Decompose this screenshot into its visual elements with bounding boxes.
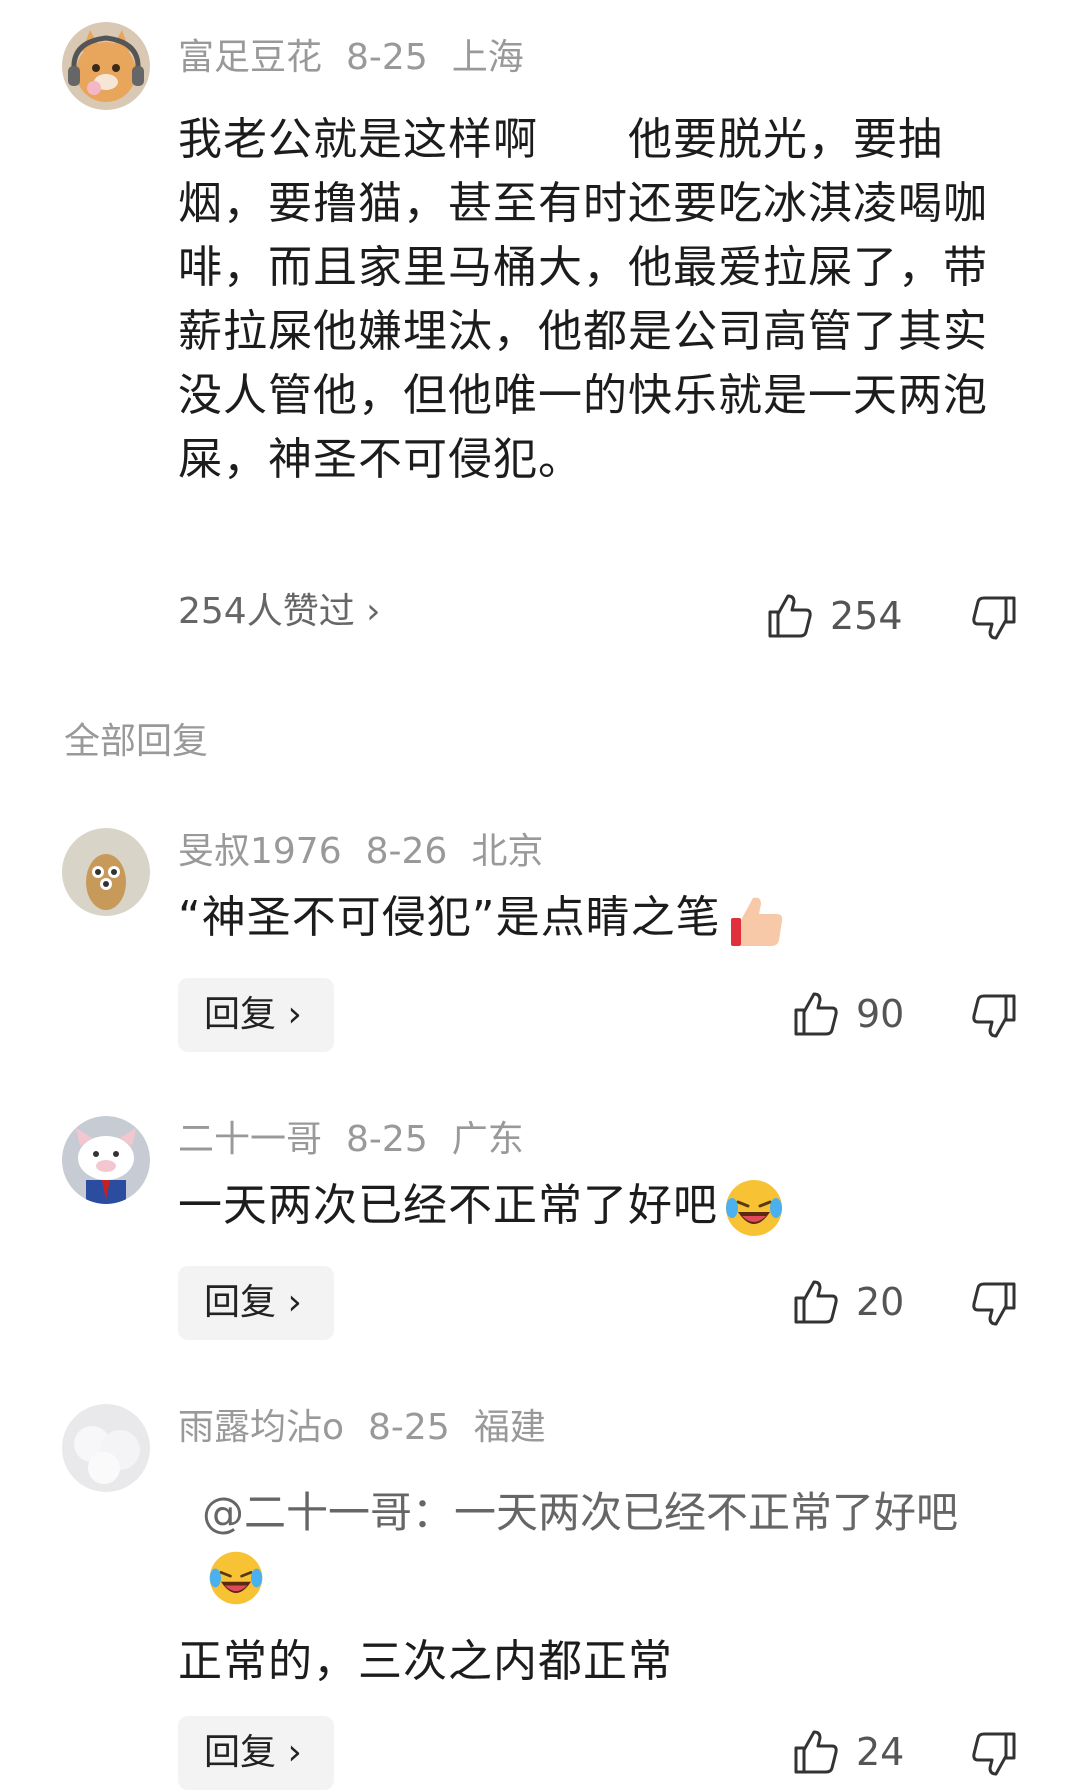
comment-date: 8-25 (346, 37, 428, 78)
comment-meta: 富足豆花 8-25 上海 (178, 36, 548, 80)
reply-date: 8-25 (368, 1407, 450, 1448)
comment-location: 上海 (451, 37, 524, 78)
reply-meta: 雨露均沾o 8-25 福建 (178, 1406, 570, 1450)
thumbs-down-outline-icon[interactable] (968, 1278, 1020, 1330)
laughing-crying-emoji-icon (206, 1548, 266, 1608)
thumbs-up-emoji-icon (725, 888, 789, 952)
thumbs-up-outline-icon[interactable] (790, 1726, 842, 1778)
avatar-snow[interactable] (62, 1404, 150, 1492)
comment-username[interactable]: 富足豆花 (178, 37, 322, 78)
likers-link[interactable]: 254人赞过 › (178, 588, 381, 636)
like-count: 90 (856, 992, 905, 1036)
reply-meta: 二十一哥 8-25 广东 (178, 1118, 548, 1162)
avatar-figure[interactable] (62, 828, 150, 916)
avatar-cat[interactable] (62, 22, 150, 110)
reply-button[interactable]: 回复 › (178, 978, 334, 1052)
reply-username[interactable]: 二十一哥 (178, 1119, 322, 1160)
reply-text: 正常的，三次之内都正常 (178, 1636, 673, 1687)
reply-location: 福建 (473, 1407, 546, 1448)
quoted-reply: @二十一哥：一天两次已经不正常了好吧 (202, 1482, 1002, 1608)
like-count: 24 (856, 1730, 905, 1774)
thumbs-down-outline-icon[interactable] (968, 990, 1020, 1042)
reply-meta: 旻叔1976 8-26 北京 (178, 830, 567, 874)
thumbs-down-outline-icon[interactable] (968, 592, 1020, 644)
like-count: 254 (830, 594, 903, 638)
thumbs-down-outline-icon[interactable] (968, 1728, 1020, 1780)
reply-username[interactable]: 雨露均沾o (178, 1407, 344, 1448)
thumbs-up-outline-icon[interactable] (764, 590, 816, 642)
laughing-crying-emoji-icon (722, 1176, 786, 1240)
avatar-pig[interactable] (62, 1116, 150, 1204)
thumbs-up-outline-icon[interactable] (790, 1276, 842, 1328)
reply-text: 一天两次已经不正常了好吧 (178, 1180, 718, 1231)
reply-location: 北京 (471, 831, 544, 872)
all-replies-heading: 全部回复 (64, 721, 209, 762)
reply-text: “神圣不可侵犯”是点睛之笔 (178, 892, 721, 943)
reply-username[interactable]: 旻叔1976 (178, 831, 342, 872)
reply-text-row: 一天两次已经不正常了好吧 (178, 1174, 998, 1240)
reply-button[interactable]: 回复 › (178, 1266, 334, 1340)
reply-date: 8-25 (346, 1119, 428, 1160)
reply-location: 广东 (451, 1119, 524, 1160)
quoted-text: @二十一哥：一天两次已经不正常了好吧 (202, 1488, 959, 1537)
reply-date: 8-26 (365, 831, 448, 872)
thumbs-up-outline-icon[interactable] (790, 988, 842, 1040)
reply-button[interactable]: 回复 › (178, 1716, 334, 1790)
comment-text: 我老公就是这样啊 他要脱光，要抽烟，要撸猫，甚至有时还要吃冰淇凌喝咖啡，而且家里… (178, 114, 988, 485)
like-count: 20 (856, 1280, 905, 1324)
reply-text-row: “神圣不可侵犯”是点睛之笔 (178, 886, 998, 952)
